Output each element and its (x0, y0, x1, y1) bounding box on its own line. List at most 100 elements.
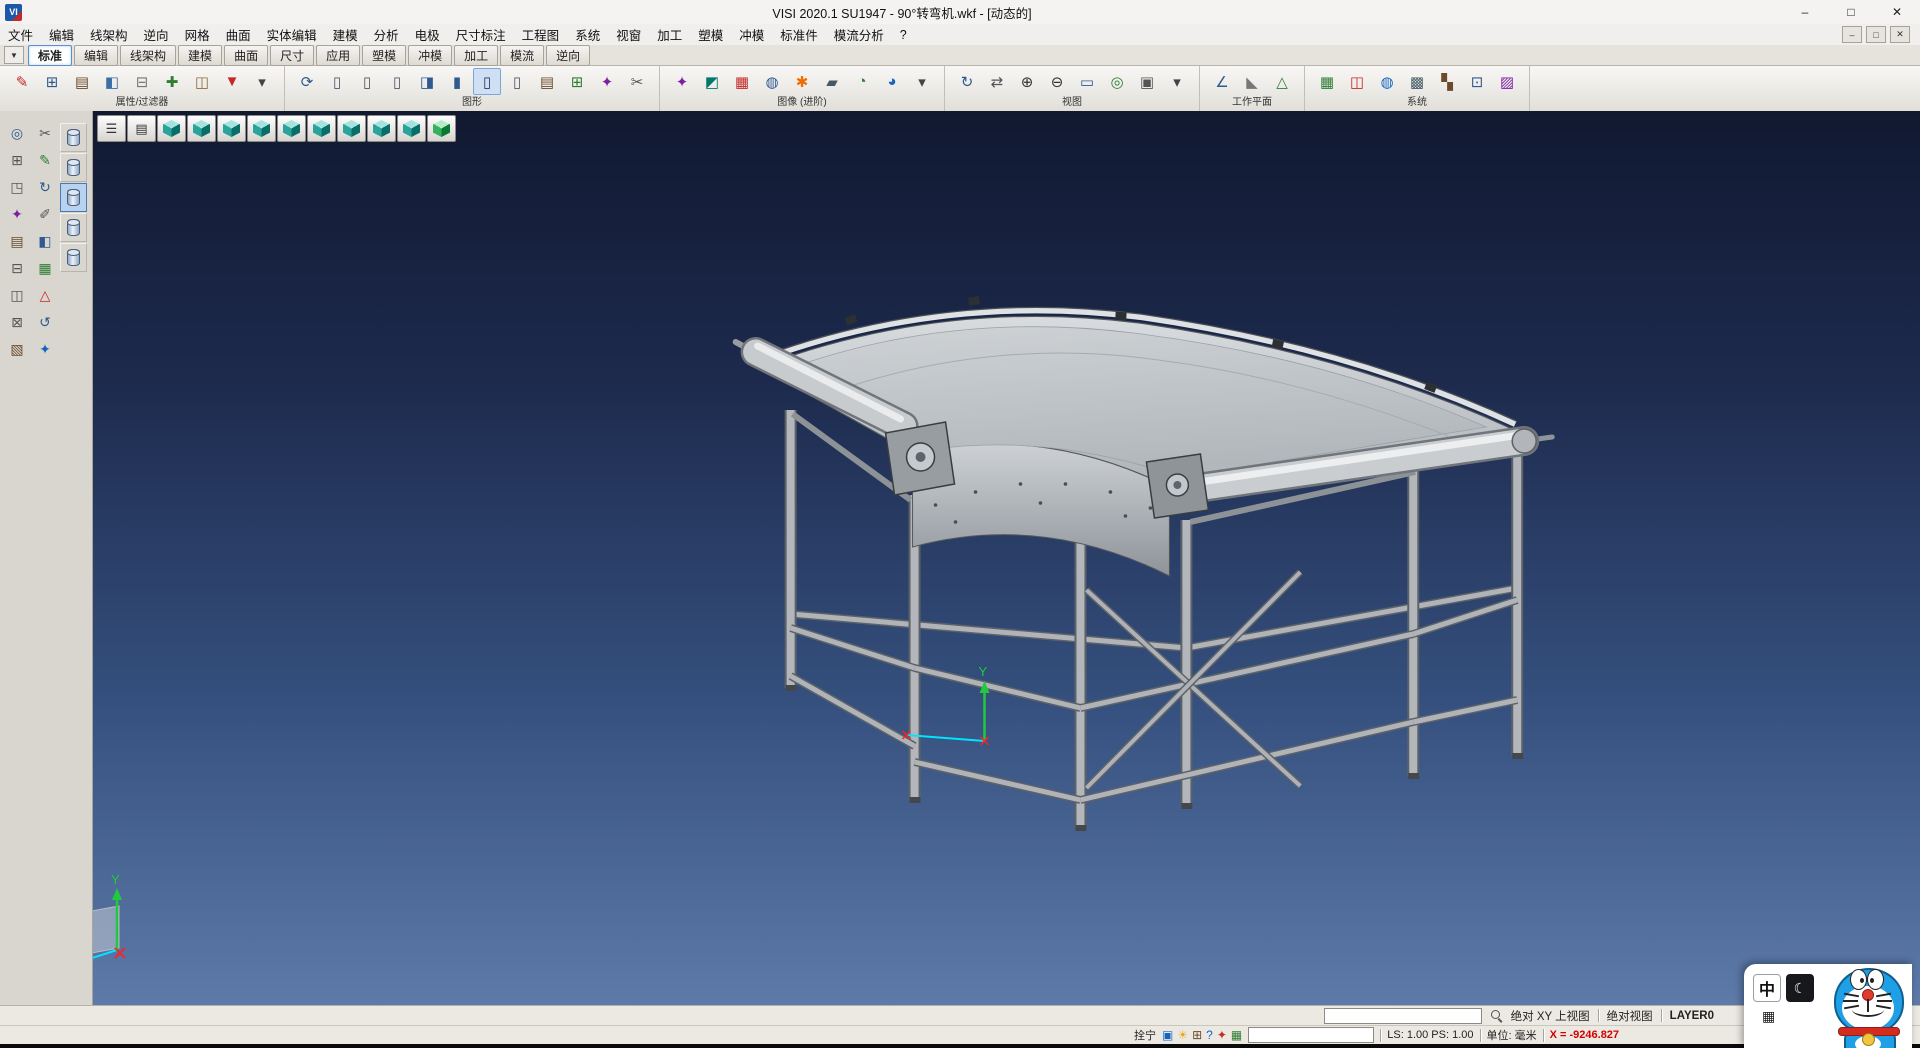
status-search-input[interactable] (1324, 1008, 1482, 1024)
toolbar-tab[interactable]: 模流 (500, 45, 544, 66)
toolbar-icon[interactable]: ▤ (68, 68, 96, 95)
maximize-button[interactable]: □ (1828, 0, 1874, 24)
toolbar-icon[interactable]: ◍ (1373, 68, 1401, 95)
view-preset-button[interactable] (337, 115, 366, 142)
sidebar-tool-icon[interactable]: △ (32, 283, 58, 308)
toolbar-icon[interactable]: ◣ (1238, 68, 1266, 95)
toolbar-icon[interactable]: ✎ (8, 68, 36, 95)
toolbar-icon[interactable]: ▚ (1433, 68, 1461, 95)
status-tool-icon[interactable]: ✦ (1217, 1028, 1227, 1042)
ime-keyboard-icon[interactable]: ▦ (1762, 1008, 1775, 1025)
toolbar-icon[interactable]: ✱ (788, 68, 816, 95)
menu-item[interactable]: ? (892, 24, 915, 45)
layer-filter-button[interactable] (60, 153, 87, 182)
sidebar-tool-icon[interactable]: ◧ (32, 229, 58, 254)
layer-filter-button[interactable] (60, 213, 87, 242)
menu-item[interactable]: 加工 (649, 24, 690, 45)
tab-dropdown-button[interactable]: ▼ (4, 46, 24, 64)
sidebar-tool-icon[interactable]: ✎ (32, 148, 58, 173)
ime-mode-button[interactable]: ☾ (1786, 974, 1814, 1002)
mdi-window-button[interactable]: ✕ (1890, 26, 1910, 43)
toolbar-tab[interactable]: 尺寸 (270, 45, 314, 66)
toolbar-icon[interactable]: ◧ (98, 68, 126, 95)
toolbar-icon[interactable]: ⟳ (293, 68, 321, 95)
toolbar-icon[interactable]: ▮ (443, 68, 471, 95)
mdi-window-button[interactable]: – (1842, 26, 1862, 43)
toolbar-icon[interactable]: ◕ (878, 68, 906, 95)
view-mode-label[interactable]: 绝对 XY 上视图 (1511, 1008, 1590, 1024)
view-preset-button[interactable] (427, 115, 456, 142)
absolute-view-label[interactable]: 绝对视图 (1607, 1008, 1653, 1024)
layer-filter-button[interactable] (60, 183, 87, 212)
menu-item[interactable]: 文件 (0, 24, 41, 45)
toolbar-icon[interactable]: ▯ (473, 68, 501, 95)
layer-filter-button[interactable] (60, 123, 87, 152)
toolbar-icon[interactable]: ⊟ (128, 68, 156, 95)
toolbar-icon[interactable]: ✚ (158, 68, 186, 95)
menu-item[interactable]: 工程图 (514, 24, 568, 45)
sidebar-tool-icon[interactable]: ▦ (32, 256, 58, 281)
sidebar-tool-icon[interactable]: ↺ (32, 310, 58, 335)
toolbar-tab[interactable]: 加工 (454, 45, 498, 66)
toolbar-tab[interactable]: 建模 (178, 45, 222, 66)
menu-item[interactable]: 塑模 (690, 24, 731, 45)
toolbar-icon[interactable]: ◫ (188, 68, 216, 95)
toolbar-icon[interactable]: ▯ (383, 68, 411, 95)
mdi-window-button[interactable]: □ (1866, 26, 1886, 43)
status-tool-icon[interactable]: ⊞ (1192, 1028, 1202, 1042)
toolbar-icon[interactable]: ⊡ (1463, 68, 1491, 95)
toolbar-tab[interactable]: 塑模 (362, 45, 406, 66)
sidebar-tool-icon[interactable]: ✐ (32, 202, 58, 227)
view-preset-button[interactable] (277, 115, 306, 142)
toolbar-icon[interactable]: ▯ (323, 68, 351, 95)
status-tool-icon[interactable]: ▣ (1162, 1028, 1173, 1042)
view-preset-button[interactable] (397, 115, 426, 142)
view-preset-button[interactable] (367, 115, 396, 142)
toolbar-icon[interactable]: ▰ (818, 68, 846, 95)
toolbar-tab[interactable]: 编辑 (74, 45, 118, 66)
toolbar-icon[interactable]: ∠ (1208, 68, 1236, 95)
sidebar-tool-icon[interactable]: ✦ (32, 337, 58, 362)
toolbar-icon[interactable]: ◔ (848, 68, 876, 95)
menu-item[interactable]: 线架构 (82, 24, 136, 45)
toolbar-icon[interactable]: ◎ (1103, 68, 1131, 95)
toolbar-icon[interactable]: ▣ (1133, 68, 1161, 95)
menu-item[interactable]: 标准件 (772, 24, 826, 45)
toolbar-icon[interactable]: ▩ (1403, 68, 1431, 95)
sidebar-tool-icon[interactable]: ↻ (32, 175, 58, 200)
menu-item[interactable]: 网格 (177, 24, 218, 45)
view-preset-button[interactable] (187, 115, 216, 142)
sidebar-tool-icon[interactable]: ✦ (4, 202, 30, 227)
sidebar-tool-icon[interactable]: ◳ (4, 175, 30, 200)
sidebar-tool-icon[interactable]: ⊞ (4, 148, 30, 173)
toolbar-tab[interactable]: 线架构 (120, 45, 176, 66)
toolbar-icon[interactable]: ⊖ (1043, 68, 1071, 95)
active-layer-label[interactable]: LAYER0 (1670, 1010, 1714, 1022)
sidebar-tool-icon[interactable]: ◎ (4, 121, 30, 146)
toolbar-icon[interactable]: ▼ (218, 68, 246, 95)
toolbar-tab[interactable]: 冲模 (408, 45, 452, 66)
toolbar-icon[interactable]: ✂ (623, 68, 651, 95)
sidebar-tool-icon[interactable]: ▧ (4, 337, 30, 362)
toolbar-icon[interactable]: ▦ (1313, 68, 1341, 95)
view-preset-button[interactable] (247, 115, 276, 142)
toolbar-tab[interactable]: 曲面 (224, 45, 268, 66)
toolbar-icon[interactable]: ▭ (1073, 68, 1101, 95)
toolbar-icon[interactable]: ▾ (248, 68, 276, 95)
toolbar-tab[interactable]: 应用 (316, 45, 360, 66)
menu-item[interactable]: 模流分析 (826, 24, 892, 45)
status-tool-icon[interactable]: ☀ (1177, 1028, 1188, 1042)
close-button[interactable]: ✕ (1874, 0, 1920, 24)
view-preset-button[interactable] (217, 115, 246, 142)
menu-item[interactable]: 视窗 (608, 24, 649, 45)
menu-item[interactable]: 逆向 (136, 24, 177, 45)
sidebar-tool-icon[interactable]: ✂ (32, 121, 58, 146)
view-preset-button[interactable] (157, 115, 186, 142)
menu-item[interactable]: 尺寸标注 (448, 24, 514, 45)
toolbar-icon[interactable]: ⊕ (1013, 68, 1041, 95)
toolbar-icon[interactable]: ▨ (1493, 68, 1521, 95)
menu-item[interactable]: 分析 (366, 24, 407, 45)
3d-viewport[interactable]: ☰▤ (93, 111, 1920, 1005)
sidebar-tool-icon[interactable]: ⊠ (4, 310, 30, 335)
toolbar-tab[interactable]: 标准 (28, 45, 72, 66)
